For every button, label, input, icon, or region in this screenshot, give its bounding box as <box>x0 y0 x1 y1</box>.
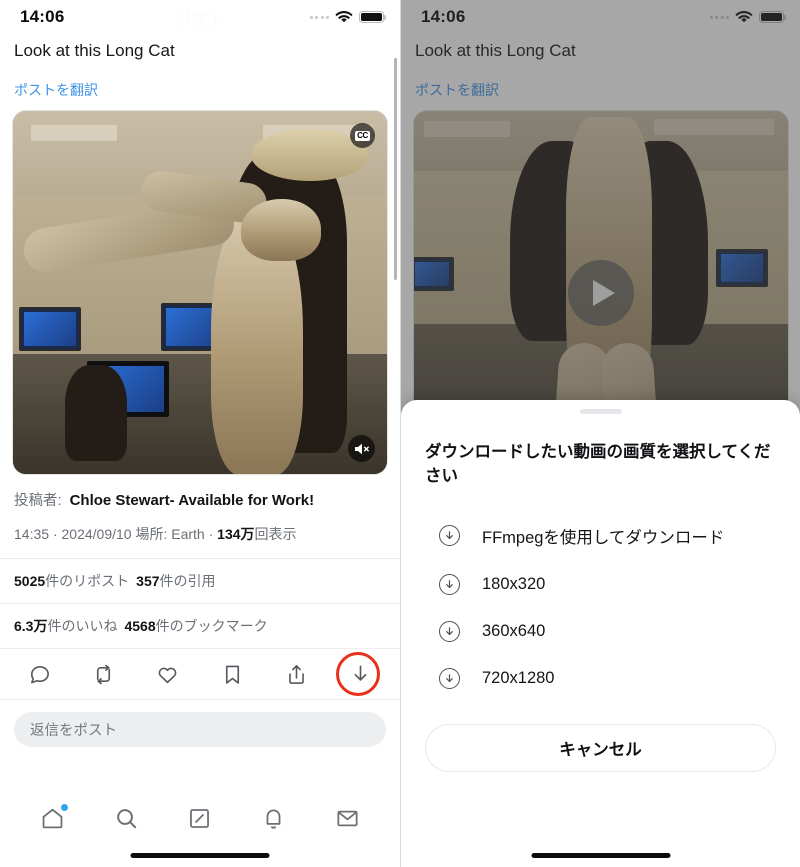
post-media-image[interactable]: CC <box>12 110 388 476</box>
wifi-icon <box>335 10 353 22</box>
bookmark-icon[interactable] <box>219 661 245 687</box>
status-bar: 14:06 ポスト <box>0 0 400 34</box>
speaker-muted-icon[interactable] <box>348 435 375 463</box>
post-author-row: 投稿者: Chloe Stewart- Available for Work! <box>0 475 400 510</box>
post-stats-row-2: 6.3万件のいいね 4568件のブックマーク <box>0 603 400 648</box>
post-date: 2024/09/10 <box>61 526 132 543</box>
post-location: 場所: Earth <box>135 526 205 543</box>
tab-search[interactable] <box>111 803 141 833</box>
quality-option-180x320[interactable]: 180x320 <box>401 561 800 608</box>
tab-messages[interactable] <box>332 803 362 833</box>
status-bar-clock: 14:06 <box>20 7 65 26</box>
home-indicator-right <box>531 853 670 858</box>
views-suffix: 回表示 <box>254 526 297 543</box>
quality-option-label: FFmpegを使用してダウンロード <box>482 528 725 547</box>
sep-1: · <box>52 526 58 543</box>
download-circle-icon <box>439 667 460 689</box>
download-highlight-ring <box>336 652 380 697</box>
reply-input[interactable]: 返信をポスト <box>14 712 386 748</box>
quality-option-360x640[interactable]: 360x640 <box>401 608 800 655</box>
repost-icon[interactable] <box>90 661 116 687</box>
right-panel-download-sheet: 14:06 Look at this Long Cat ポストを翻訳 ダウンロー… <box>400 0 800 867</box>
quality-option-list: FFmpegを使用してダウンロード 180x320 360x640 720x12… <box>401 489 800 702</box>
quality-option-ffmpeg[interactable]: FFmpegを使用してダウンロード <box>401 511 800 561</box>
bookmark-count: 4568 <box>124 618 156 635</box>
author-name[interactable]: Chloe Stewart- Available for Work! <box>70 492 315 509</box>
vertical-scrollbar[interactable] <box>394 58 397 280</box>
status-bar-indicators <box>309 10 387 24</box>
repost-count: 5025 <box>14 573 46 590</box>
download-circle-icon <box>439 620 460 642</box>
tab-notifications[interactable] <box>259 803 289 833</box>
author-prefix-label: 投稿者: <box>14 493 62 510</box>
reply-composer: 返信をポスト <box>0 700 400 759</box>
bottom-tab-bar <box>0 791 400 845</box>
views-count: 134万 <box>217 526 255 543</box>
closed-caption-icon[interactable]: CC <box>350 123 375 149</box>
post-action-bar <box>0 648 400 701</box>
bookmark-count-label[interactable]: 件のブックマーク <box>156 618 268 634</box>
like-icon[interactable] <box>155 661 181 687</box>
media-scene <box>13 111 387 475</box>
like-count-label[interactable]: 件のいいね <box>47 618 117 634</box>
tab-home[interactable] <box>38 803 68 833</box>
share-icon[interactable] <box>284 661 310 687</box>
screenshot-root: 14:06 ポスト Look at this Long Cat ポストを翻訳 C… <box>0 0 800 867</box>
like-count: 6.3万 <box>14 618 48 635</box>
download-quality-sheet: ダウンロードしたい動画の画質を選択してください FFmpegを使用してダウンロー… <box>401 400 800 867</box>
post-time: 14:35 <box>14 526 50 543</box>
quality-option-label: 720x1280 <box>482 668 555 687</box>
download-circle-icon <box>439 525 460 547</box>
quality-option-label: 180x320 <box>482 574 546 593</box>
download-circle-icon <box>439 573 460 595</box>
sheet-title: ダウンロードしたい動画の画質を選択してください <box>425 443 771 485</box>
home-badge-dot <box>60 804 68 811</box>
signal-dots-icon <box>309 15 329 19</box>
quote-count-label[interactable]: 件の引用 <box>160 573 216 589</box>
translate-post-link[interactable]: ポストを翻訳 <box>0 62 400 110</box>
tab-grok[interactable] <box>185 803 215 833</box>
reply-icon[interactable] <box>26 661 52 687</box>
post-text: Look at this Long Cat <box>14 41 175 60</box>
quality-option-label: 360x640 <box>482 621 546 640</box>
quality-option-720x1280[interactable]: 720x1280 <box>401 655 800 702</box>
post-stats-row-1: 5025件のリポスト 357件の引用 <box>0 558 400 603</box>
left-panel-post-detail: 14:06 ポスト Look at this Long Cat ポストを翻訳 C… <box>0 0 400 867</box>
sep-2: · <box>208 526 214 543</box>
cancel-button[interactable]: キャンセル <box>425 723 776 772</box>
post-timestamp-row: 14:35 · 2024/09/10 場所: Earth · 134万回表示 <box>0 510 400 558</box>
post-media-container: CC <box>12 110 388 476</box>
cancel-button-wrap: キャンセル <box>401 702 800 772</box>
repost-count-label[interactable]: 件のリポスト <box>45 573 129 589</box>
home-indicator <box>130 853 270 858</box>
quote-count: 357 <box>136 573 160 590</box>
battery-full-icon <box>359 11 387 23</box>
